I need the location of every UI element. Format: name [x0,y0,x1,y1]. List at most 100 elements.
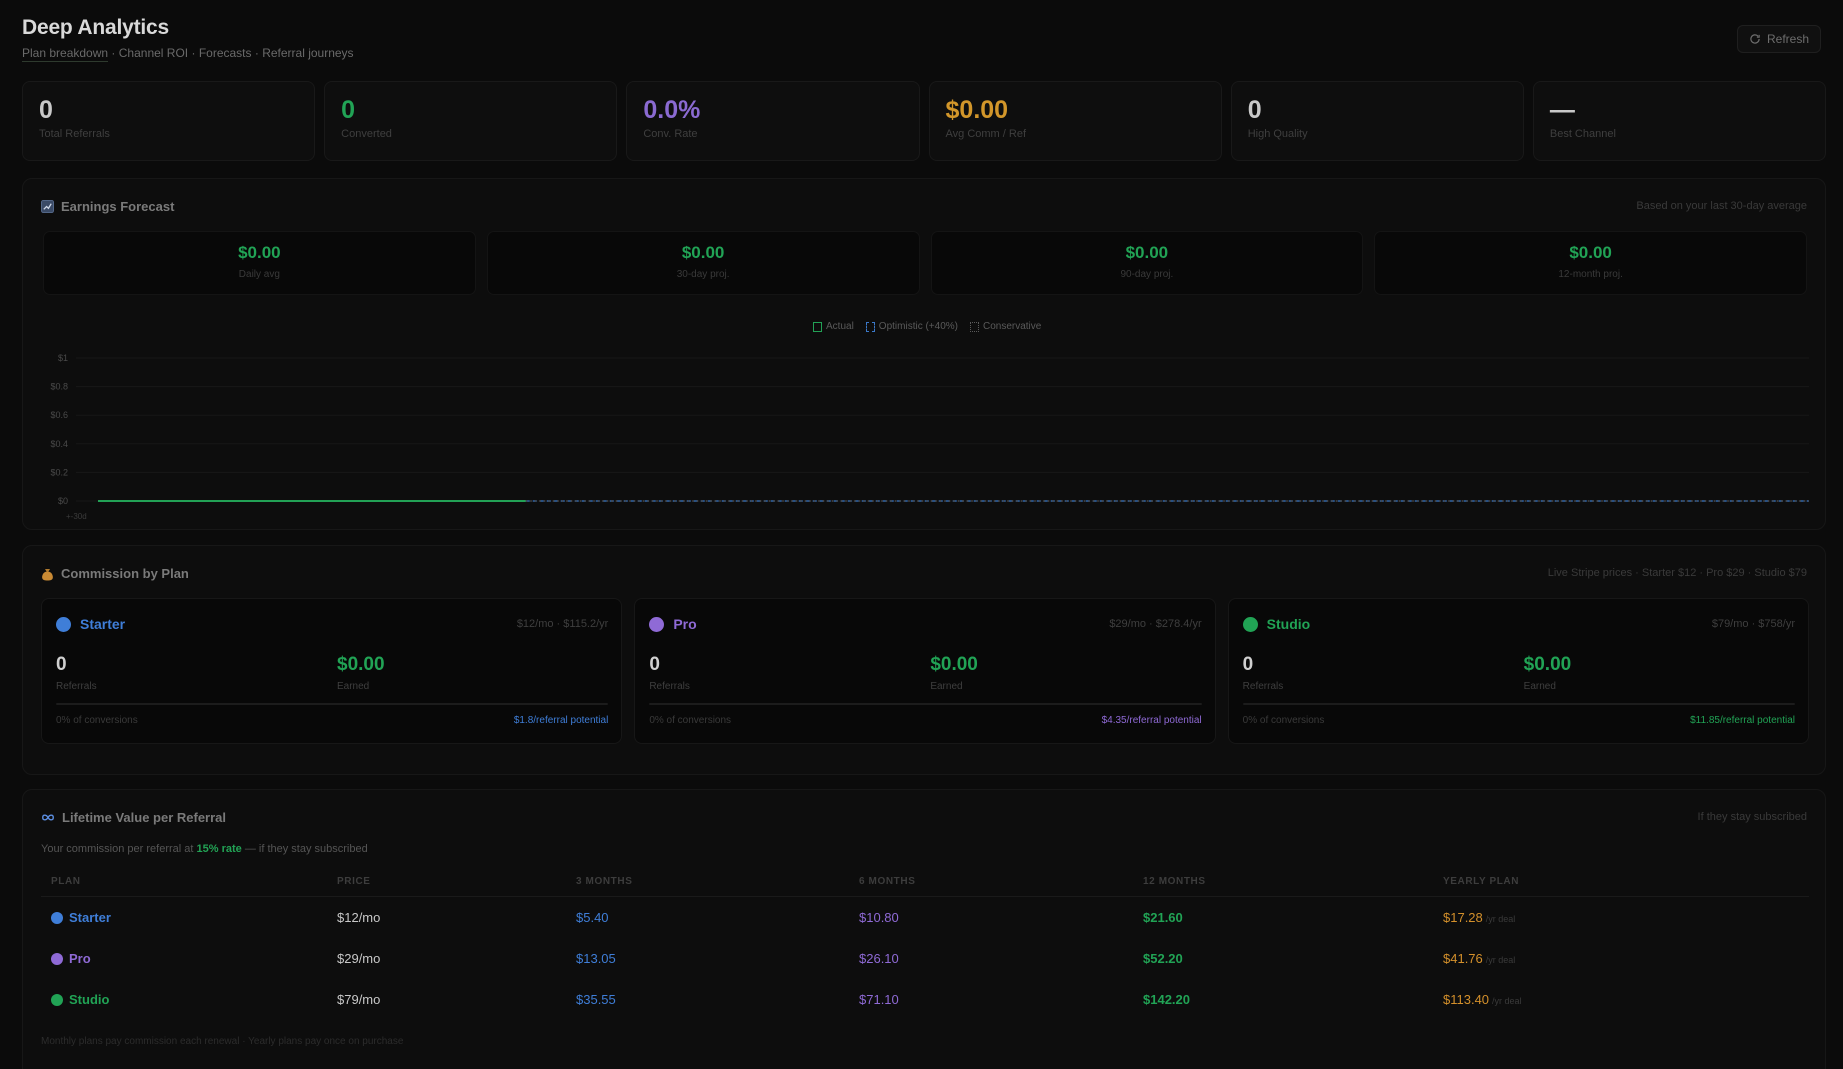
chart-icon [41,200,54,213]
legend-swatch [969,321,979,332]
plan-name: Studio [69,992,110,1007]
yearly-value: $17.28 [1443,910,1483,926]
column-header: 12 MONTHS [1133,868,1433,897]
subtitle-item: Plan breakdown [22,46,109,62]
legend-item-optimistic[interactable]: Optimistic (+40%) [865,321,958,332]
stat-card-high-quality: 0 High Quality [1230,81,1524,161]
deep-analytics-page: Deep Analytics Plan breakdown · Channel … [0,0,1843,1069]
plan-price: $79/mo · $758/yr [1711,618,1795,630]
yearly-suffix: /yr deal [1485,955,1516,965]
referrals-value: 0 [56,654,67,675]
referrals-value: 0 [1242,654,1254,675]
plan-name: Pro [69,951,91,966]
panel-title: Commission by Plan [61,566,189,581]
plan-earned: $0.00 Earned [930,654,978,692]
ltv-description: Your commission per referral at 15% rate… [41,843,368,855]
plan-name: Pro [673,616,697,632]
legend-swatch [865,321,875,332]
stat-value: — [1549,96,1575,124]
y-tick-label: $1 [58,353,68,363]
plan-referrals: 0 Referrals [56,654,97,692]
legend-swatch [813,321,822,332]
forecast-card-daily: $0.00 Daily avg [43,231,476,295]
panel-title: Earnings Forecast [61,199,175,214]
commission-rate: 15% rate [196,843,242,855]
plan-potential: $11.85/referral potential [1690,715,1795,726]
x-tick-label: +-30d [66,512,87,521]
plan-cell: Pro [51,951,317,966]
plan-dot-icon [649,616,665,632]
yearly-value: $113.40 [1443,992,1490,1007]
legend-label: Actual [826,321,854,332]
ltv-footnote: Monthly plans pay commission each renewa… [41,1036,404,1047]
y-tick-label: $0.8 [50,382,68,392]
panel-header: Commission by Plan [41,566,189,581]
plan-name: Starter [69,910,111,926]
legend-label: Conservative [982,321,1042,332]
earnings-forecast-panel: Earnings Forecast Based on your last 30-… [22,178,1826,530]
conversion-progress-bar [1242,703,1795,705]
referrals-label: Referrals [56,681,97,692]
plan-dot-icon [51,952,63,965]
plan-card-starter: Starter $12/mo · $115.2/yr 0 Referrals $… [41,598,623,744]
plan-price: $29/mo · $278.4/yr [1109,618,1202,630]
earned-label: Earned [1523,681,1556,692]
forecast-value: $0.00 [1569,243,1612,262]
column-header: 3 MONTHS [566,868,849,897]
y-tick-label: $0.2 [50,467,68,477]
plan-cell: Starter [51,910,317,925]
stat-value: 0 [341,96,356,124]
m12-cell: $142.20 [1143,992,1190,1007]
y-tick-label: $0.4 [50,439,68,449]
m3-cell: $5.40 [576,910,609,926]
stat-card-avg-comm: $0.00 Avg Comm / Ref [928,81,1222,161]
m12-cell: $52.20 [1143,951,1183,966]
subtitle-item: Referral journeys [262,46,354,60]
earned-value: $0.00 [930,654,978,675]
plan-conversions: 0% of conversions [649,715,732,726]
stat-card-best-channel: — Best Channel [1532,81,1827,161]
referrals-value: 0 [649,654,660,675]
panel-note: Based on your last 30-day average [1636,200,1807,212]
column-header: 6 MONTHS [849,868,1133,897]
column-header: PRICE [327,868,566,897]
ltv-table: PLAN PRICE 3 MONTHS 6 MONTHS 12 MONTHS Y… [41,868,1809,1020]
stat-label: Converted [341,128,392,140]
referrals-label: Referrals [649,681,690,692]
forecast-card-12m: $0.00 12-month proj. [1374,231,1807,295]
forecast-label: Daily avg [238,269,280,280]
refresh-button[interactable]: Refresh [1737,25,1821,53]
forecast-label: 30-day proj. [676,269,730,280]
yearly-value: $41.76 [1443,951,1483,966]
forecast-card-30d: $0.00 30-day proj. [486,231,920,295]
forecast-cards: $0.00 Daily avg $0.00 30-day proj. $0.00… [43,231,1807,295]
forecast-value: $0.00 [238,243,281,262]
plan-cell: Studio [51,992,317,1007]
refresh-label: Refresh [1766,32,1810,46]
legend-item-actual[interactable]: Actual [813,321,854,332]
m6-cell: $10.80 [859,910,899,926]
table-header-row: PLAN PRICE 3 MONTHS 6 MONTHS 12 MONTHS Y… [41,868,1809,897]
column-header: PLAN [41,868,327,897]
plan-conversions: 0% of conversions [1242,715,1325,726]
plan-potential: $1.8/referral potential [513,715,609,726]
table-row: Starter $12/mo $5.40 $10.80 $21.60 $17.2… [41,897,1809,938]
money-bag-icon [42,568,53,580]
legend-item-conservative[interactable]: Conservative [969,321,1042,332]
stat-card-converted: 0 Converted [324,81,618,161]
forecast-value: $0.00 [681,243,725,262]
plan-header: Starter [56,616,125,632]
earned-value: $0.00 [337,654,385,675]
yearly-cell: $17.28/yr deal [1433,897,1809,938]
plan-name: Starter [80,616,126,632]
plan-header: Pro [649,616,697,632]
stat-label: Avg Comm / Ref [945,128,1027,140]
stat-label: High Quality [1247,128,1308,140]
plan-dot-icon [56,616,71,632]
price-cell: $29/mo [337,951,381,966]
m3-cell: $35.55 [576,992,616,1007]
y-tick-label: $0.6 [50,410,68,420]
price-cell: $79/mo [337,992,381,1007]
plan-header: Studio [1242,616,1310,632]
yearly-suffix: /yr deal [1485,914,1516,925]
